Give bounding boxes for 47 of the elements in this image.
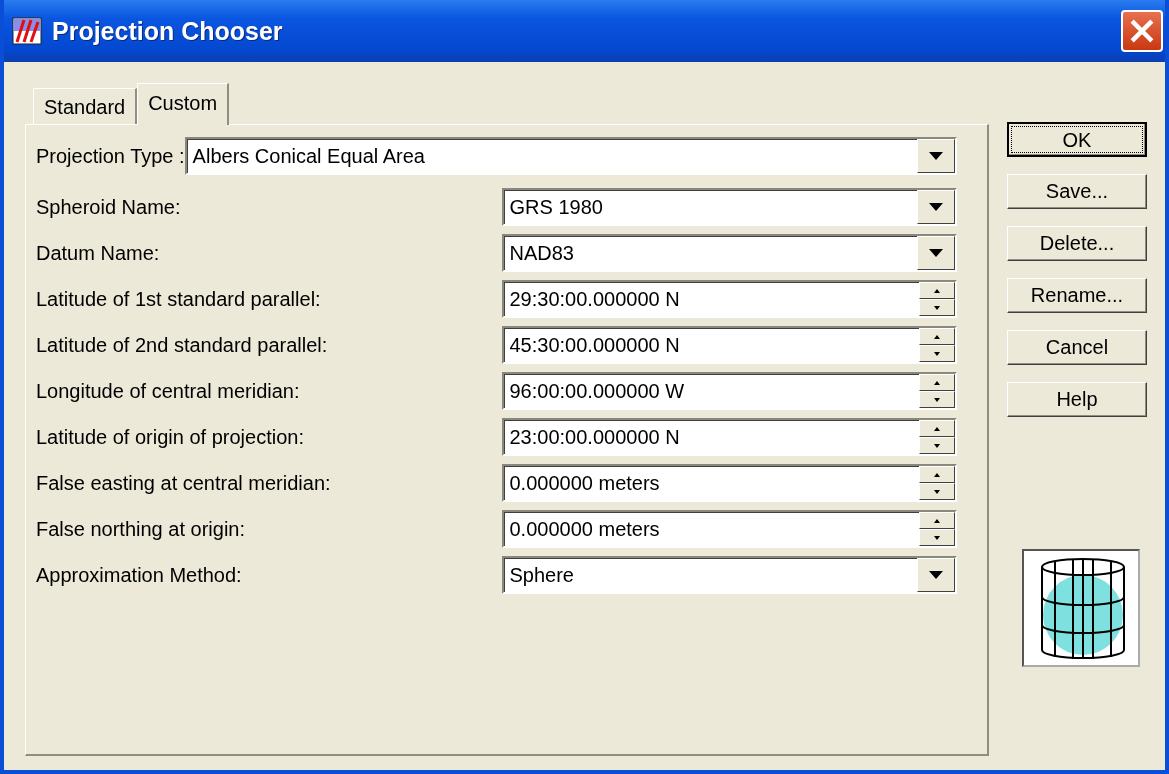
field-label: Approximation Method: bbox=[36, 563, 243, 587]
down-arrow-icon bbox=[934, 305, 940, 310]
down-arrow-icon bbox=[934, 489, 940, 494]
dialog-button[interactable]: Rename... bbox=[1007, 278, 1147, 313]
down-arrow-icon bbox=[934, 535, 940, 540]
up-arrow-icon bbox=[934, 380, 940, 385]
field-label: Datum Name: bbox=[36, 241, 161, 265]
tab[interactable]: Custom bbox=[137, 83, 230, 125]
spin-box[interactable]: 0.000000 meters bbox=[501, 464, 957, 502]
field-label: Latitude of origin of projection: bbox=[36, 425, 305, 449]
field-label: False easting at central meridian: bbox=[36, 471, 332, 495]
dropdown-arrow-icon bbox=[929, 571, 943, 579]
spin-box[interactable]: 0.000000 meters bbox=[501, 510, 957, 548]
up-arrow-icon bbox=[934, 288, 940, 293]
field-label: Projection Type : bbox=[36, 144, 185, 168]
dropdown-arrow-icon bbox=[929, 249, 943, 257]
up-arrow-icon bbox=[934, 334, 940, 339]
up-arrow-icon bbox=[934, 472, 940, 477]
dropdown[interactable]: NAD83 bbox=[501, 234, 957, 272]
window-title: Projection Chooser bbox=[52, 16, 284, 46]
dropdown-arrow-icon bbox=[929, 152, 943, 160]
spin-box[interactable]: 96:00:00.000000 W bbox=[501, 372, 957, 410]
field-label: Spheroid Name: bbox=[36, 195, 182, 219]
dialog-button[interactable]: Save... bbox=[1007, 174, 1147, 209]
up-arrow-icon bbox=[934, 518, 940, 523]
spin-box[interactable]: 23:00:00.000000 N bbox=[501, 418, 957, 456]
field-label: Latitude of 2nd standard parallel: bbox=[36, 333, 329, 357]
field-label: Longitude of central meridian: bbox=[36, 379, 301, 403]
spin-box[interactable]: 29:30:00.000000 N bbox=[501, 280, 957, 318]
projection-type-dropdown[interactable]: Albers Conical Equal Area bbox=[184, 137, 957, 175]
app-icon bbox=[12, 16, 42, 46]
dropdown[interactable]: Sphere bbox=[501, 556, 957, 594]
down-arrow-icon bbox=[934, 443, 940, 448]
dialog-button[interactable]: OK bbox=[1007, 122, 1147, 157]
dialog-button[interactable]: Cancel bbox=[1007, 330, 1147, 365]
tab[interactable]: Standard bbox=[33, 88, 138, 124]
dropdown-arrow-icon bbox=[929, 203, 943, 211]
down-arrow-icon bbox=[934, 351, 940, 356]
spin-box[interactable]: 45:30:00.000000 N bbox=[501, 326, 957, 364]
dialog-button[interactable]: Help bbox=[1007, 382, 1147, 417]
down-arrow-icon bbox=[934, 397, 940, 402]
dialog-button[interactable]: Delete... bbox=[1007, 226, 1147, 261]
dropdown[interactable]: GRS 1980 bbox=[501, 188, 957, 226]
field-label: False northing at origin: bbox=[36, 517, 246, 541]
close-button[interactable] bbox=[1121, 10, 1163, 52]
up-arrow-icon bbox=[934, 426, 940, 431]
field-label: Latitude of 1st standard parallel: bbox=[36, 287, 322, 311]
